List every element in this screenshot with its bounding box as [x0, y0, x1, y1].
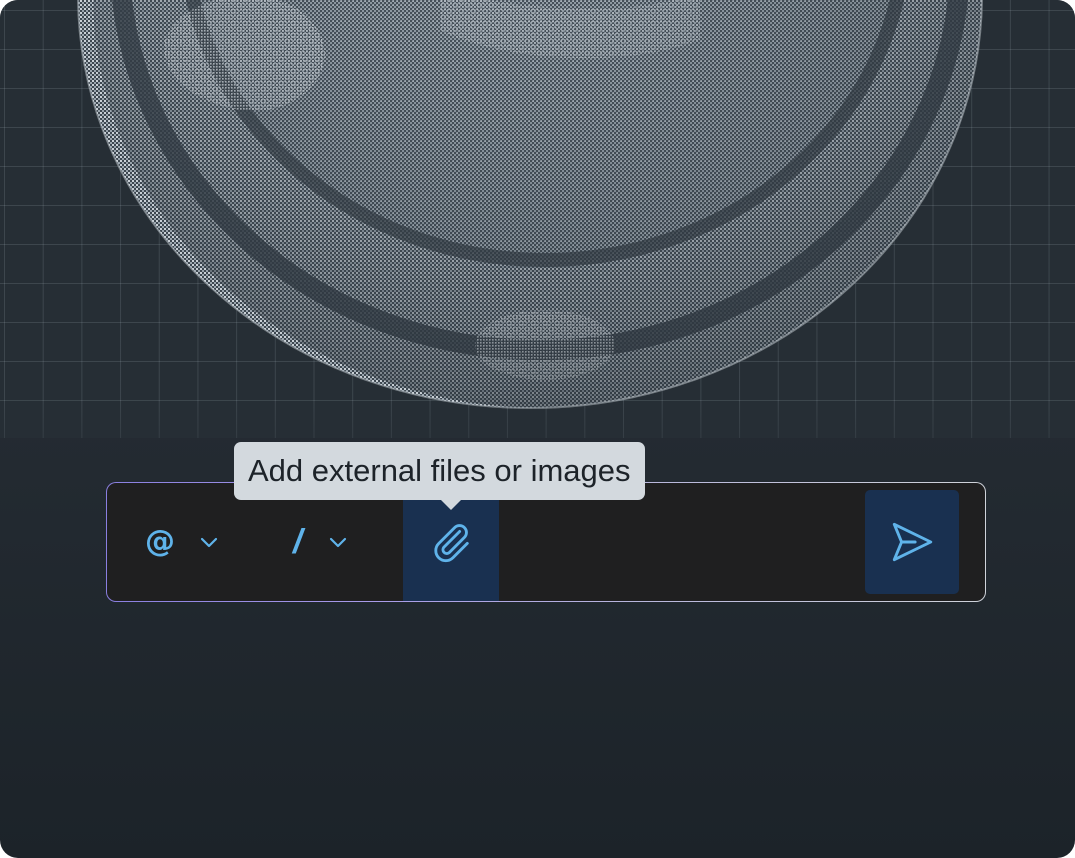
message-input[interactable] — [507, 513, 861, 573]
chevron-down-icon — [200, 537, 218, 548]
message-composer: @ / — [106, 482, 986, 602]
attach-tooltip: Add external files or images — [234, 442, 645, 500]
hero-illustration — [0, 0, 1075, 438]
command-dropdown[interactable]: / — [293, 483, 350, 601]
paperclip-icon — [434, 524, 469, 563]
tooltip-text: Add external files or images — [248, 453, 631, 488]
app-frame: @ / Add external files or images — [0, 0, 1075, 858]
mention-dropdown[interactable]: @ — [145, 483, 221, 601]
mention-trigger: @ — [145, 524, 175, 559]
tooltip-arrow — [440, 499, 462, 510]
send-button[interactable] — [865, 490, 959, 594]
send-icon — [892, 522, 933, 562]
chevron-down-icon — [330, 537, 347, 548]
hero-fade — [0, 398, 1075, 438]
command-trigger: / — [293, 523, 303, 561]
halftone-sphere-illustration — [77, 0, 983, 409]
